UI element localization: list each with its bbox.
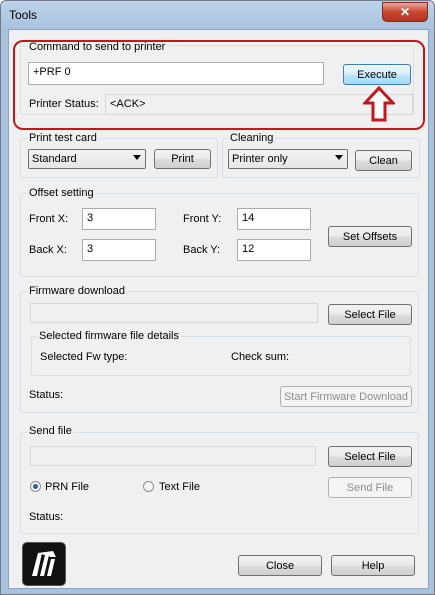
firmware-select-file-button[interactable]: Select File [328,304,412,325]
print-test-group-label: Print test card [27,132,99,144]
start-firmware-download-button[interactable]: Start Firmware Download [280,386,412,407]
test-card-selected: Standard [32,153,77,165]
back-y-label: Back Y: [183,244,221,256]
send-file-button[interactable]: Send File [328,477,412,498]
back-y-input[interactable]: 12 [237,239,311,261]
prn-file-radio[interactable] [30,481,41,492]
help-button[interactable]: Help [331,555,415,576]
cleaning-group-label: Cleaning [228,132,276,144]
back-x-label: Back X: [29,244,67,256]
fw-type-label: Selected Fw type: [40,351,128,363]
text-file-radio[interactable] [143,481,154,492]
radio-selected-dot [33,484,38,489]
print-button[interactable]: Print [154,149,211,169]
window-close-button[interactable]: ✕ [382,2,428,22]
send-select-file-button[interactable]: Select File [328,446,412,467]
chevron-down-icon [133,155,141,160]
offset-group-label: Offset setting [27,187,96,199]
set-offsets-button[interactable]: Set Offsets [328,226,412,247]
send-file-status-label: Status: [29,511,64,523]
dialog-client: Command to send to printer +PRF 0 Execut… [8,29,429,589]
text-file-label[interactable]: Text File [159,481,200,493]
tools-window: Tools ✕ Command to send to printer +PRF … [0,0,435,595]
front-x-input[interactable]: 3 [82,208,156,230]
firmware-status-label: Status: [29,389,64,401]
firmware-details-label: Selected firmware file details [37,330,182,342]
firmware-group-label: Firmware download [27,285,127,297]
prn-file-label[interactable]: PRN File [45,481,89,493]
firmware-file-path [30,303,318,323]
send-file-path [30,446,316,466]
checksum-label: Check sum: [231,351,290,363]
cleaning-selected: Printer only [232,153,288,165]
test-card-select[interactable]: Standard [28,149,146,169]
up-arrow-icon [363,86,395,122]
close-button[interactable]: Close [238,555,322,576]
front-y-label: Front Y: [183,213,222,225]
zebra-logo [22,542,66,586]
window-title: Tools [9,8,38,22]
cleaning-select[interactable]: Printer only [228,149,348,169]
close-icon: ✕ [399,5,411,19]
front-y-input[interactable]: 14 [237,208,311,230]
zebra-logo-icon [32,551,56,576]
clean-button[interactable]: Clean [355,150,412,171]
front-x-label: Front X: [29,213,69,225]
chevron-down-icon [335,155,343,160]
title-bar[interactable]: Tools ✕ [1,1,434,29]
back-x-input[interactable]: 3 [82,239,156,261]
send-file-group-label: Send file [27,425,74,437]
